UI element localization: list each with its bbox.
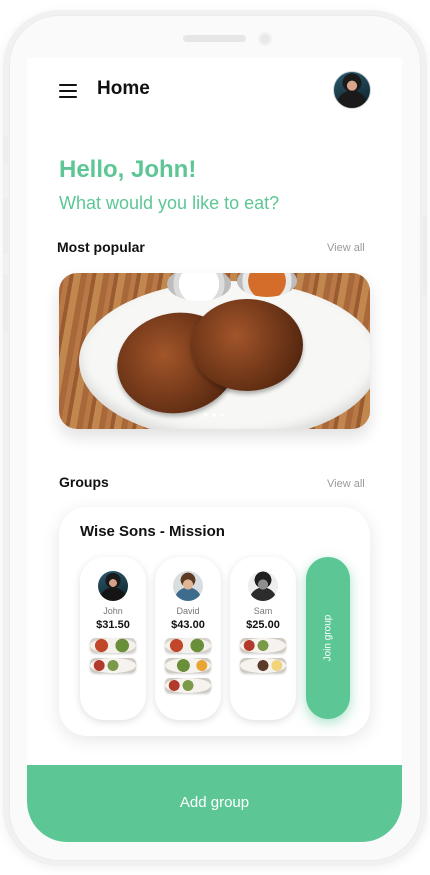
groups-view-all-link[interactable]: View all	[327, 478, 365, 490]
join-group-label: Join group	[322, 614, 334, 662]
dish-thumbnail	[165, 678, 211, 693]
avatar	[173, 571, 203, 601]
group-name: Wise Sons - Mission	[80, 523, 225, 540]
volume-up-button	[3, 198, 8, 254]
latke-image	[191, 299, 303, 391]
add-group-label: Add group	[179, 794, 250, 811]
member-card-david[interactable]: David $43.00	[155, 557, 221, 720]
member-amount: $25.00	[246, 619, 280, 631]
member-card-sam[interactable]: Sam $25.00	[230, 557, 296, 720]
greeting-subheading: What would you like to eat?	[59, 193, 280, 213]
power-button	[422, 215, 427, 295]
dish-thumbnail	[240, 658, 286, 673]
carousel-pagination	[204, 413, 224, 417]
volume-down-button	[3, 274, 8, 332]
dish-thumbnail	[165, 658, 211, 673]
page-title: Home	[97, 78, 150, 99]
member-amount: $31.50	[96, 619, 130, 631]
member-dishes	[240, 638, 286, 678]
member-name: John	[103, 606, 123, 616]
dish-thumbnail	[90, 638, 136, 653]
member-amount: $43.00	[171, 619, 205, 631]
avatar[interactable]	[333, 71, 371, 109]
member-name: Sam	[253, 606, 273, 616]
avatar	[98, 571, 128, 601]
member-name: David	[176, 606, 200, 616]
app-stage: Home Hello, John! What would you like to…	[0, 0, 430, 875]
carousel-dot[interactable]	[204, 413, 208, 417]
hamburger-menu-icon[interactable]	[59, 84, 77, 98]
carousel-dot-active[interactable]	[212, 413, 216, 417]
popular-carousel[interactable]	[59, 273, 370, 429]
dish-thumbnail	[90, 658, 136, 673]
most-popular-view-all-link[interactable]: View all	[327, 242, 365, 254]
dish-thumbnail	[165, 638, 211, 653]
groups-title: Groups	[59, 474, 109, 490]
member-dishes	[90, 638, 136, 678]
group-card[interactable]: Wise Sons - Mission John $31.50 David $4…	[59, 507, 370, 736]
avatar	[248, 571, 278, 601]
dish-thumbnail	[240, 638, 286, 653]
join-group-button[interactable]: Join group	[306, 557, 350, 719]
carousel-dot[interactable]	[220, 413, 224, 417]
add-group-button[interactable]: Add group	[27, 765, 402, 842]
app-screen: Home Hello, John! What would you like to…	[27, 58, 402, 842]
member-dishes	[165, 638, 211, 698]
most-popular-title: Most popular	[57, 239, 145, 255]
speaker-grille	[183, 35, 246, 42]
member-card-john[interactable]: John $31.50	[80, 557, 146, 720]
greeting-heading: Hello, John!	[59, 156, 197, 183]
front-camera	[258, 32, 272, 46]
mute-switch	[3, 135, 8, 165]
